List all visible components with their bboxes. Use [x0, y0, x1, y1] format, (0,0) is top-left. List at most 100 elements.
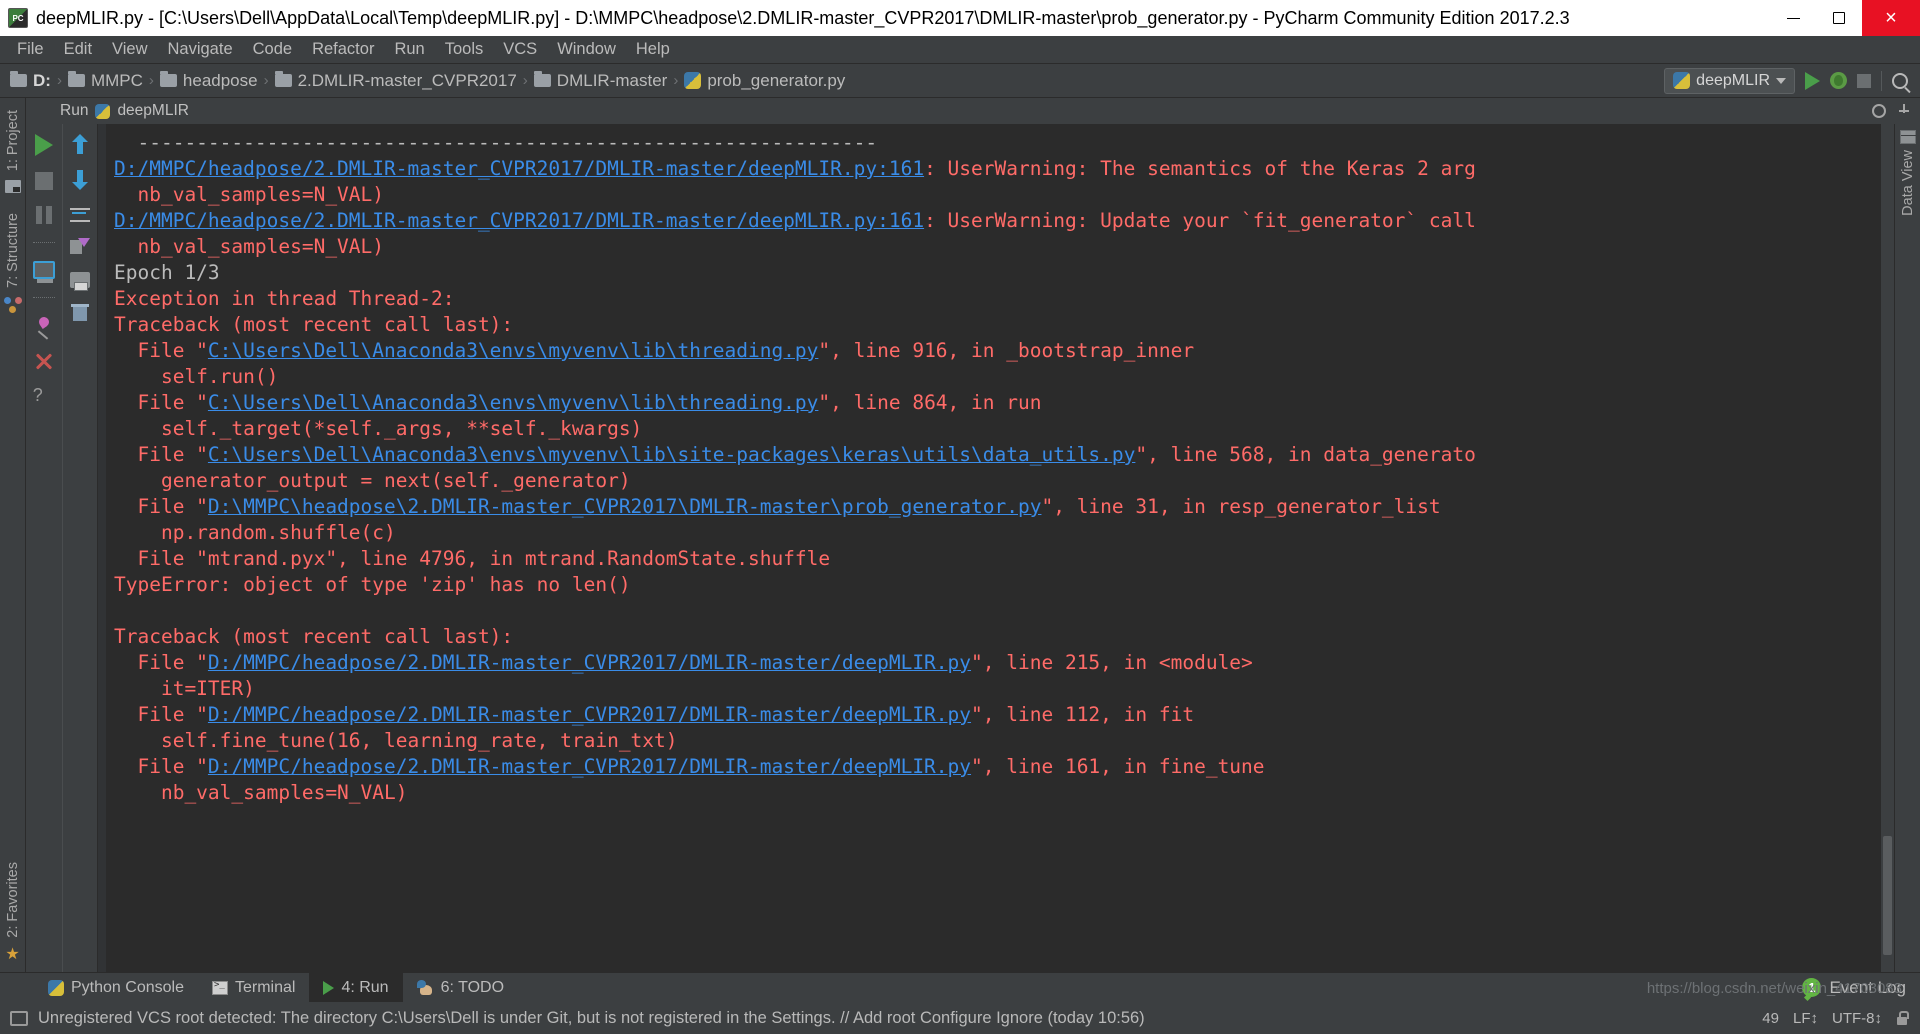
tab-label: Python Console — [71, 978, 184, 996]
menu-help[interactable]: Help — [627, 37, 679, 62]
gear-icon[interactable] — [1872, 104, 1886, 118]
tab-terminal[interactable]: Terminal — [198, 973, 309, 1002]
menu-navigate[interactable]: Navigate — [159, 37, 242, 62]
window-title: deepMLIR.py - [C:\Users\Dell\AppData\Loc… — [36, 7, 1570, 28]
menu-view[interactable]: View — [103, 37, 156, 62]
breadcrumb-item-prob-generator[interactable]: prob_generator.py — [680, 69, 849, 93]
status-message[interactable]: Unregistered VCS root detected: The dire… — [38, 1009, 1145, 1028]
menu-vcs[interactable]: VCS — [494, 37, 546, 62]
close-button[interactable]: × — [1862, 0, 1920, 36]
status-encoding[interactable]: UTF-8↕ — [1832, 1010, 1882, 1027]
close-icon[interactable] — [35, 352, 53, 370]
menu-tools[interactable]: Tools — [436, 37, 493, 62]
menu-file[interactable]: File — [8, 37, 53, 62]
console-line: File "C:\Users\Dell\Anaconda3\envs\myven… — [114, 442, 1894, 468]
help-icon[interactable]: ? — [33, 386, 55, 408]
console-text: self.run() — [114, 365, 279, 388]
stop-icon[interactable] — [1857, 73, 1871, 88]
status-line-number[interactable]: 49 — [1762, 1010, 1779, 1027]
console-link[interactable]: C:\Users\Dell\Anaconda3\envs\myvenv\lib\… — [208, 339, 818, 362]
console-text: : UserWarning: The semantics of the Kera… — [924, 157, 1476, 180]
run-tool-window: Run deepMLIR ? -------------------------… — [26, 98, 1920, 972]
console-line: self._target(*self._args, **self._kwargs… — [114, 416, 1894, 442]
minimize-button[interactable] — [1770, 0, 1816, 36]
menu-edit[interactable]: Edit — [55, 37, 101, 62]
breadcrumb-label: D: — [33, 70, 51, 90]
sidebar-item-structure[interactable]: 7: Structure — [3, 207, 23, 294]
scroll-up-icon[interactable] — [71, 134, 89, 154]
console-text: self.fine_tune(16, learning_rate, train_… — [114, 729, 678, 752]
menu-code[interactable]: Code — [244, 37, 301, 62]
navigation-bar: D: › MMPC › headpose › 2.DMLIR-master_CV… — [0, 64, 1920, 98]
console-line: File "C:\Users\Dell\Anaconda3\envs\myven… — [114, 338, 1894, 364]
main-body: 1: Project 7: Structure 2: Favorites ★ R… — [0, 98, 1920, 972]
console-link[interactable]: D:/MMPC/headpose/2.DMLIR-master_CVPR2017… — [208, 703, 971, 726]
maximize-button[interactable] — [1816, 0, 1862, 36]
console-link[interactable]: D:/MMPC/headpose/2.DMLIR-master_CVPR2017… — [208, 755, 971, 778]
pause-icon[interactable] — [35, 206, 53, 224]
console-text: File " — [114, 339, 208, 362]
console-area: ----------------------------------------… — [98, 124, 1894, 972]
status-bar: Unregistered VCS root detected: The dire… — [0, 980, 1920, 1034]
console-line: Epoch 1/3 — [114, 260, 1894, 286]
menu-window[interactable]: Window — [548, 37, 625, 62]
rerun-icon[interactable] — [34, 134, 53, 156]
tab-run[interactable]: 4: Run — [309, 973, 403, 1002]
breadcrumb-item-mmpc[interactable]: MMPC — [64, 69, 147, 93]
console-text: Exception in thread Thread-2: — [114, 287, 455, 310]
console-link[interactable]: D:/MMPC/headpose/2.DMLIR-master_CVPR2017… — [114, 209, 924, 232]
pin-icon[interactable] — [34, 316, 54, 336]
console-link[interactable]: C:\Users\Dell\Anaconda3\envs\myvenv\lib\… — [208, 391, 818, 414]
console-link[interactable]: D:/MMPC/headpose/2.DMLIR-master_CVPR2017… — [208, 651, 971, 674]
console-text: File "mtrand.pyx", line 4796, in mtrand.… — [114, 547, 831, 570]
status-monitor-icon[interactable] — [10, 1010, 28, 1026]
console-text: np.random.shuffle(c) — [114, 521, 396, 544]
toolbar-right: deepMLIR — [1664, 67, 1920, 94]
console-text: ", line 215, in <module> — [971, 651, 1253, 674]
tab-label: 4: Run — [341, 978, 389, 996]
tab-todo[interactable]: 6: TODO — [403, 973, 518, 1002]
console-text: ", line 568, in data_generato — [1135, 443, 1476, 466]
sidebar-item-project[interactable]: 1: Project — [3, 104, 23, 177]
search-icon[interactable] — [1892, 72, 1908, 89]
debug-icon[interactable] — [1830, 72, 1847, 89]
toolbar-divider — [1881, 70, 1882, 91]
export-icon[interactable] — [69, 238, 90, 256]
clear-all-icon[interactable] — [70, 304, 89, 322]
console-toolbar: ? — [26, 124, 98, 972]
console-text: ----------------------------------------… — [114, 131, 878, 154]
restart-icon[interactable] — [32, 261, 55, 283]
console-link[interactable]: C:\Users\Dell\Anaconda3\envs\myvenv\lib\… — [208, 443, 1135, 466]
console-line: File "C:\Users\Dell\Anaconda3\envs\myven… — [114, 390, 1894, 416]
soft-wrap-icon[interactable] — [69, 206, 90, 222]
stop-icon[interactable] — [34, 172, 53, 190]
data-view-icon — [1899, 130, 1917, 144]
print-icon[interactable] — [69, 272, 90, 291]
star-icon: ★ — [5, 946, 20, 963]
console-link[interactable]: D:/MMPC/headpose/2.DMLIR-master_CVPR2017… — [114, 157, 924, 180]
console-scrollbar[interactable] — [1881, 124, 1894, 972]
run-configuration-selector[interactable]: deepMLIR — [1664, 67, 1795, 94]
menu-refactor[interactable]: Refactor — [303, 37, 383, 62]
sidebar-item-data-view[interactable]: Data View — [1898, 144, 1918, 222]
console-link[interactable]: D:\MMPC\headpose\2.DMLIR-master_CVPR2017… — [208, 495, 1042, 518]
run-icon[interactable] — [1805, 71, 1820, 90]
hide-icon[interactable] — [1898, 104, 1910, 118]
breadcrumb-item-dmlir-master[interactable]: DMLIR-master — [530, 69, 672, 93]
console-text: ", line 112, in fit — [971, 703, 1195, 726]
console-line: TypeError: object of type 'zip' has no l… — [114, 572, 1894, 598]
breadcrumb-item-dmlir-cvpr[interactable]: 2.DMLIR-master_CVPR2017 — [271, 69, 521, 93]
status-line-separator[interactable]: LF↕ — [1793, 1010, 1818, 1027]
sidebar-item-favorites[interactable]: 2: Favorites — [3, 856, 23, 944]
console-line: self.run() — [114, 364, 1894, 390]
console-text: File " — [114, 443, 208, 466]
breadcrumb-item-drive[interactable]: D: — [6, 69, 55, 93]
console-output[interactable]: ----------------------------------------… — [106, 124, 1894, 972]
menu-run[interactable]: Run — [385, 37, 433, 62]
breadcrumb-item-headpose[interactable]: headpose — [156, 69, 262, 93]
tab-python-console[interactable]: Python Console — [34, 973, 198, 1002]
scroll-down-icon[interactable] — [71, 170, 89, 190]
scrollbar-thumb[interactable] — [1883, 836, 1892, 956]
lock-icon[interactable] — [1896, 1011, 1909, 1025]
